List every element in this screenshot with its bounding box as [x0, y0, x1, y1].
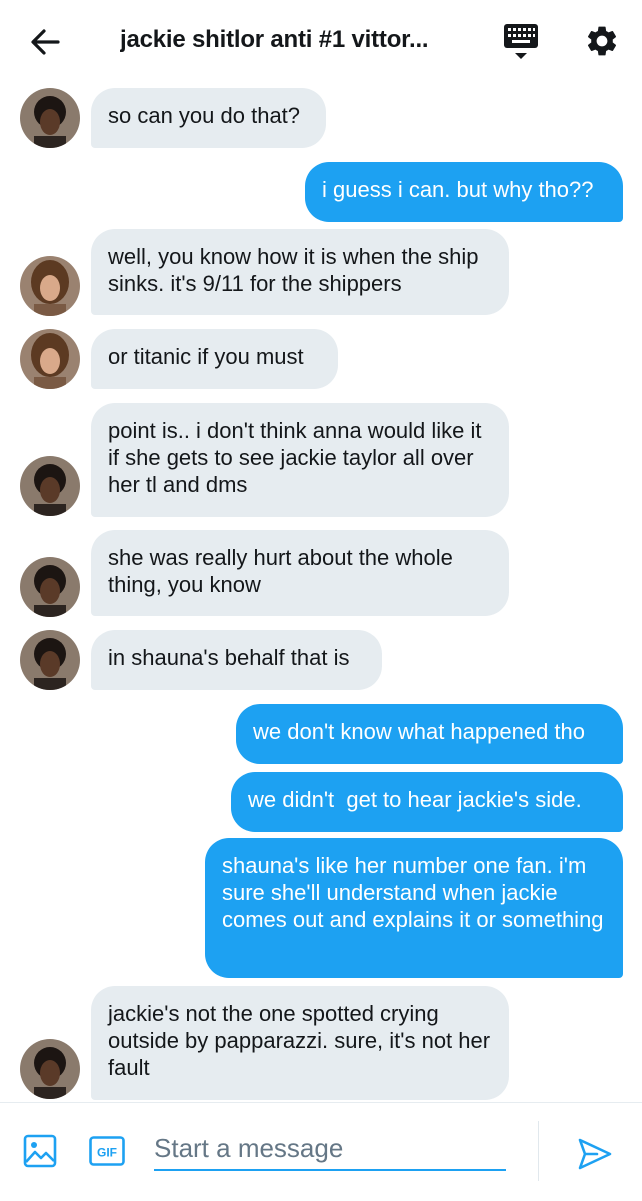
outgoing-message[interactable]: we didn't get to hear jackie's side.: [231, 772, 623, 832]
incoming-message[interactable]: in shauna's behalf that is: [91, 630, 382, 690]
avatar[interactable]: [20, 456, 80, 516]
incoming-message[interactable]: or titanic if you must: [91, 329, 338, 389]
gif-label: GIF: [97, 1146, 117, 1160]
add-image-button[interactable]: [22, 1133, 58, 1169]
gif-icon: GIF: [89, 1136, 125, 1166]
avatar[interactable]: [20, 329, 80, 389]
message-input[interactable]: [154, 1127, 506, 1171]
outgoing-message[interactable]: we don't know what happened tho: [236, 704, 623, 764]
send-icon: [578, 1138, 612, 1170]
message-list[interactable]: so can you do that? i guess i can. but w…: [0, 84, 642, 1102]
gear-icon: [587, 26, 617, 56]
outgoing-message[interactable]: shauna's like her number one fan. i'm su…: [205, 838, 623, 978]
back-button[interactable]: [28, 26, 64, 58]
incoming-message[interactable]: well, you know how it is when the ship s…: [91, 229, 509, 315]
keyboard-icon: [504, 24, 538, 59]
incoming-message[interactable]: she was really hurt about the whole thin…: [91, 530, 509, 616]
send-button[interactable]: [577, 1136, 613, 1172]
add-gif-button[interactable]: GIF: [89, 1136, 125, 1166]
avatar[interactable]: [20, 88, 80, 148]
incoming-message[interactable]: point is.. i don't think anna would like…: [91, 403, 509, 517]
composer-divider: [538, 1121, 539, 1181]
incoming-message[interactable]: so can you do that?: [91, 88, 326, 148]
avatar[interactable]: [20, 630, 80, 690]
message-composer: GIF: [0, 1102, 642, 1201]
back-arrow-icon: [31, 29, 60, 55]
conversation-title: jackie shitlor anti #1 vittor...: [120, 26, 429, 53]
avatar[interactable]: [20, 1039, 80, 1099]
outgoing-message[interactable]: i guess i can. but why tho??: [305, 162, 623, 222]
conversation-header: jackie shitlor anti #1 vittor...: [0, 0, 642, 84]
avatar[interactable]: [20, 256, 80, 316]
settings-button[interactable]: [584, 23, 620, 59]
avatar[interactable]: [20, 557, 80, 617]
keyboard-button[interactable]: [503, 22, 539, 62]
image-icon: [23, 1134, 57, 1168]
incoming-message[interactable]: jackie's not the one spotted crying outs…: [91, 986, 509, 1100]
